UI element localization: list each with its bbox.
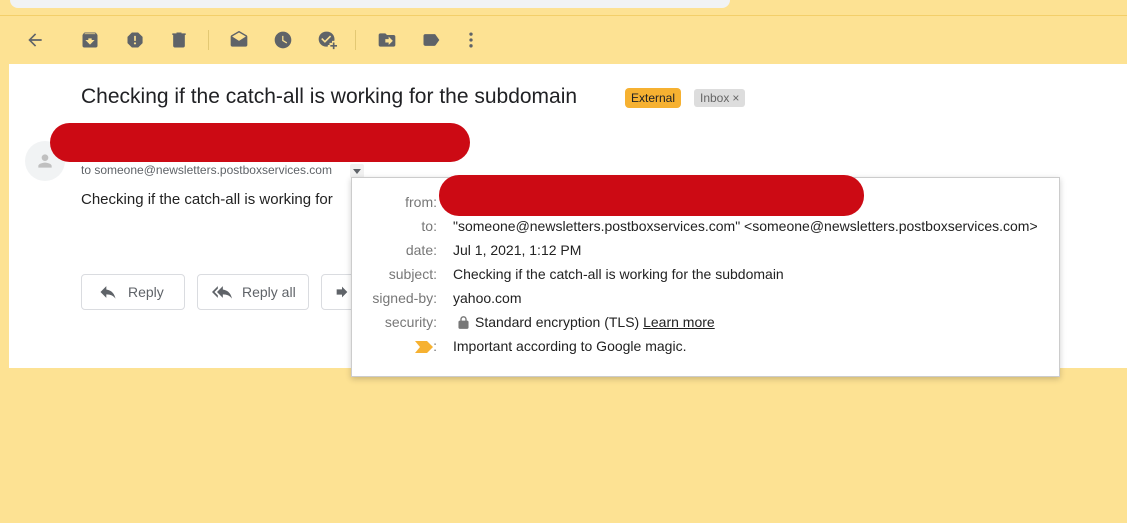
learn-more-link[interactable]: Learn more bbox=[643, 314, 715, 330]
toolbar-separator bbox=[355, 30, 356, 50]
security-label: security: bbox=[384, 314, 437, 330]
email-body: Checking if the catch-all is working for bbox=[81, 191, 333, 208]
to-value: "someone@newsletters.postboxservices.com… bbox=[453, 218, 1038, 234]
reply-button-label: Reply bbox=[128, 284, 164, 300]
snooze-icon[interactable] bbox=[271, 28, 295, 52]
importance-colon: : bbox=[433, 338, 437, 354]
reply-all-button-label: Reply all bbox=[242, 284, 296, 300]
date-label: date: bbox=[405, 242, 437, 258]
importance-marker-icon bbox=[415, 340, 433, 358]
toolbar bbox=[0, 16, 1127, 64]
mark-unread-icon[interactable] bbox=[227, 28, 251, 52]
subject-label: subject: bbox=[388, 266, 437, 282]
move-to-icon[interactable] bbox=[375, 28, 399, 52]
importance-value: Important according to Google magic. bbox=[453, 338, 687, 354]
recipient-line: to someone@newsletters.postboxservices.c… bbox=[81, 163, 332, 177]
date-value: Jul 1, 2021, 1:12 PM bbox=[453, 242, 582, 258]
inbox-label: Inbox × bbox=[694, 89, 746, 107]
more-icon[interactable] bbox=[459, 28, 483, 52]
lock-icon bbox=[458, 316, 469, 332]
from-label: from: bbox=[405, 194, 437, 210]
search-bar[interactable] bbox=[10, 0, 730, 8]
reply-all-icon bbox=[212, 286, 232, 299]
reply-all-button[interactable]: Reply all bbox=[197, 274, 309, 310]
reply-button[interactable]: Reply bbox=[81, 274, 185, 310]
redacted-sender bbox=[50, 123, 470, 162]
signed-by-value: yahoo.com bbox=[453, 290, 522, 306]
signed-by-label: signed-by: bbox=[372, 290, 437, 306]
archive-icon[interactable] bbox=[78, 28, 102, 52]
inbox-label-text: Inbox bbox=[700, 91, 730, 105]
report-spam-icon[interactable] bbox=[123, 28, 147, 52]
person-icon bbox=[38, 154, 52, 168]
add-to-tasks-icon[interactable] bbox=[315, 28, 339, 52]
remove-label-icon[interactable]: × bbox=[732, 91, 739, 105]
security-value: Standard encryption (TLS) Learn more bbox=[453, 314, 715, 332]
security-text: Standard encryption (TLS) bbox=[475, 314, 640, 330]
redacted-from-address bbox=[439, 175, 864, 216]
back-arrow-icon[interactable] bbox=[23, 28, 47, 52]
reply-icon bbox=[100, 286, 116, 299]
toolbar-separator bbox=[208, 30, 209, 50]
show-details-chevron-icon[interactable] bbox=[350, 164, 364, 178]
subject-value: Checking if the catch-all is working for… bbox=[453, 266, 784, 282]
to-label: to: bbox=[421, 218, 437, 234]
forward-icon bbox=[336, 286, 348, 298]
email-subject: Checking if the catch-all is working for… bbox=[81, 85, 578, 108]
external-label: External bbox=[625, 88, 682, 108]
delete-icon[interactable] bbox=[167, 28, 191, 52]
label-icon[interactable] bbox=[419, 28, 443, 52]
